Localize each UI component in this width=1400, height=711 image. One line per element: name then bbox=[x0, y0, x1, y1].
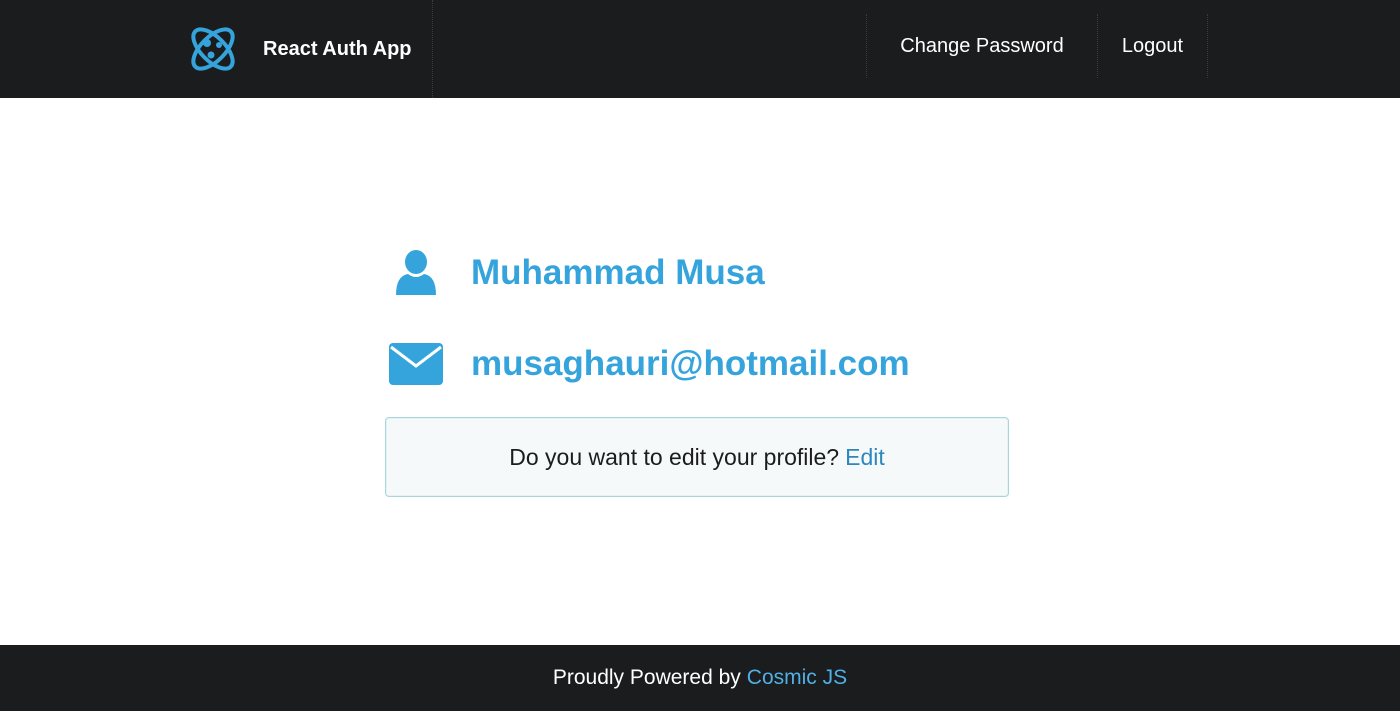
atom-logo-icon bbox=[185, 20, 243, 78]
edit-profile-link[interactable]: Edit bbox=[845, 444, 885, 471]
footer-text: Proudly Powered by bbox=[552, 666, 741, 689]
change-password-link[interactable]: Change Password bbox=[866, 14, 1097, 78]
profile-email: musaghauri@hotmail.com bbox=[471, 344, 910, 383]
top-navbar: React Auth App Change Password Logout bbox=[0, 0, 1400, 98]
profile-name-row: Muhammad Musa bbox=[385, 243, 765, 303]
profile-email-row: musaghauri@hotmail.com bbox=[385, 334, 910, 394]
footer: Proudly Powered by Cosmic JS bbox=[0, 645, 1400, 711]
edit-profile-message: Do you want to edit your profile? Edit bbox=[385, 417, 1009, 497]
envelope-icon bbox=[385, 336, 447, 392]
user-icon bbox=[385, 245, 447, 301]
edit-profile-prompt: Do you want to edit your profile? bbox=[509, 443, 840, 470]
brand-link[interactable]: React Auth App bbox=[165, 0, 433, 98]
brand-name: React Auth App bbox=[263, 37, 412, 60]
cosmic-js-link[interactable]: Cosmic JS bbox=[747, 666, 847, 690]
logout-link[interactable]: Logout bbox=[1097, 14, 1208, 78]
profile-name: Muhammad Musa bbox=[471, 253, 765, 292]
